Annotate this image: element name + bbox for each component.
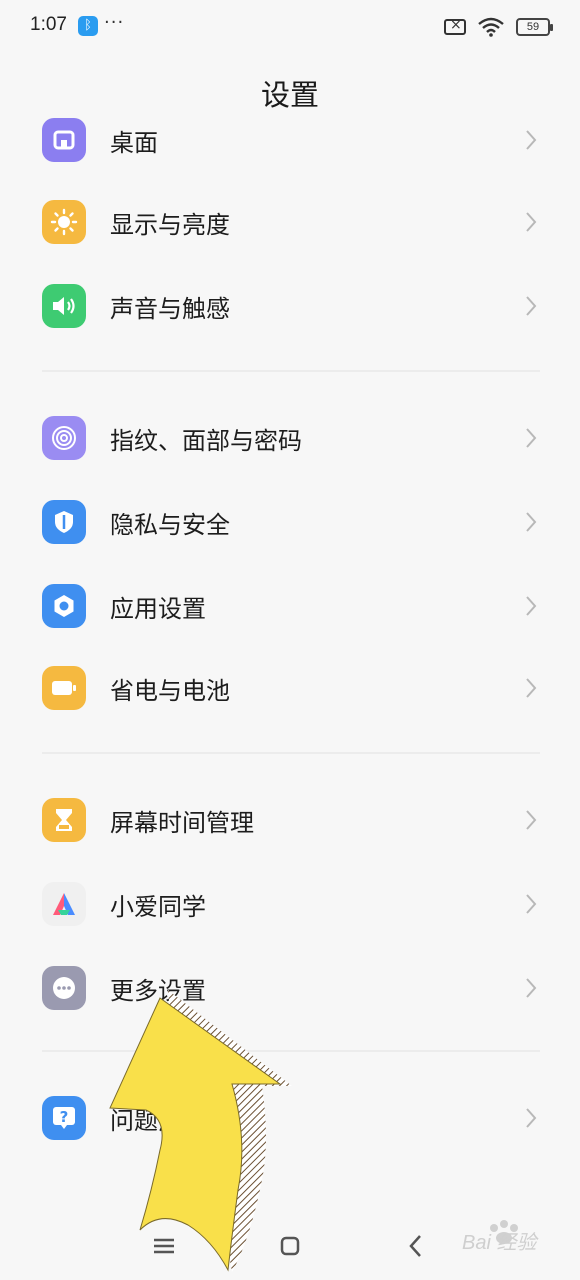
settings-item-app-settings[interactable]: 应用设置 <box>0 564 580 648</box>
watermark-text: Bai 经验 <box>462 1232 537 1254</box>
chevron-right-icon <box>526 978 537 998</box>
chevron-right-icon <box>526 428 537 448</box>
menu-button-icon[interactable] <box>144 1226 184 1266</box>
bluetooth-icon: ᛒ <box>78 16 98 36</box>
settings-item-label: 应用设置 <box>110 595 206 623</box>
back-button-icon[interactable] <box>396 1226 436 1266</box>
settings-item-label: 桌面 <box>110 129 158 157</box>
app-settings-gear-icon <box>42 584 86 628</box>
battery-icon <box>42 666 86 710</box>
xiaoai-assistant-icon <box>42 882 86 926</box>
chevron-right-icon <box>526 130 537 150</box>
battery-indicator: 59 <box>516 18 553 36</box>
settings-item-fingerprint[interactable]: 指纹、面部与密码 <box>0 396 580 480</box>
sun-brightness-icon <box>42 200 86 244</box>
settings-item-label: 屏幕时间管理 <box>110 809 254 837</box>
status-bar: 1:07 ᛒ ··· 59 <box>0 0 580 56</box>
chevron-right-icon <box>526 296 537 316</box>
chevron-right-icon <box>526 810 537 830</box>
status-right-group: 59 <box>444 14 553 40</box>
chevron-right-icon <box>526 596 537 616</box>
settings-item-label: 指纹、面部与密码 <box>110 427 302 455</box>
settings-item-battery[interactable]: 省电与电池 <box>0 646 580 730</box>
status-time: 1:07 <box>30 14 67 35</box>
chevron-right-icon <box>526 212 537 232</box>
settings-item-feedback[interactable]: ? 问题反馈 <box>0 1076 580 1160</box>
chevron-right-icon <box>526 1108 537 1128</box>
settings-item-label: 显示与亮度 <box>110 211 230 239</box>
desktop-icon <box>42 118 86 162</box>
speaker-icon <box>42 284 86 328</box>
settings-item-screen-time[interactable]: 屏幕时间管理 <box>0 778 580 862</box>
hourglass-icon <box>42 798 86 842</box>
more-notifications-icon: ··· <box>104 12 125 33</box>
group-divider <box>42 1050 540 1052</box>
settings-item-label: 小爱同学 <box>110 893 206 921</box>
settings-item-label: 更多设置 <box>110 977 206 1005</box>
settings-item-desktop[interactable]: 桌面 <box>0 98 580 182</box>
fingerprint-icon <box>42 416 86 460</box>
settings-item-sound[interactable]: 声音与触感 <box>0 264 580 348</box>
settings-item-label: 省电与电池 <box>110 677 230 705</box>
svg-text:?: ? <box>60 1108 69 1126</box>
chevron-right-icon <box>526 678 537 698</box>
no-sim-icon <box>444 17 466 35</box>
chevron-right-icon <box>526 894 537 914</box>
more-dots-icon <box>42 966 86 1010</box>
home-button-icon[interactable] <box>270 1226 310 1266</box>
settings-item-xiaoai[interactable]: 小爱同学 <box>0 862 580 946</box>
settings-item-more-settings[interactable]: 更多设置 <box>0 946 580 1030</box>
settings-item-privacy[interactable]: 隐私与安全 <box>0 480 580 564</box>
settings-item-label: 声音与触感 <box>110 295 230 323</box>
settings-item-label: 问题反馈 <box>110 1107 206 1135</box>
settings-item-label: 隐私与安全 <box>110 511 230 539</box>
group-divider <box>42 752 540 754</box>
chevron-right-icon <box>526 512 537 532</box>
settings-item-display[interactable]: 显示与亮度 <box>0 180 580 264</box>
group-divider <box>42 370 540 372</box>
privacy-shield-icon <box>42 500 86 544</box>
wifi-icon <box>478 17 504 37</box>
question-icon: ? <box>42 1096 86 1140</box>
